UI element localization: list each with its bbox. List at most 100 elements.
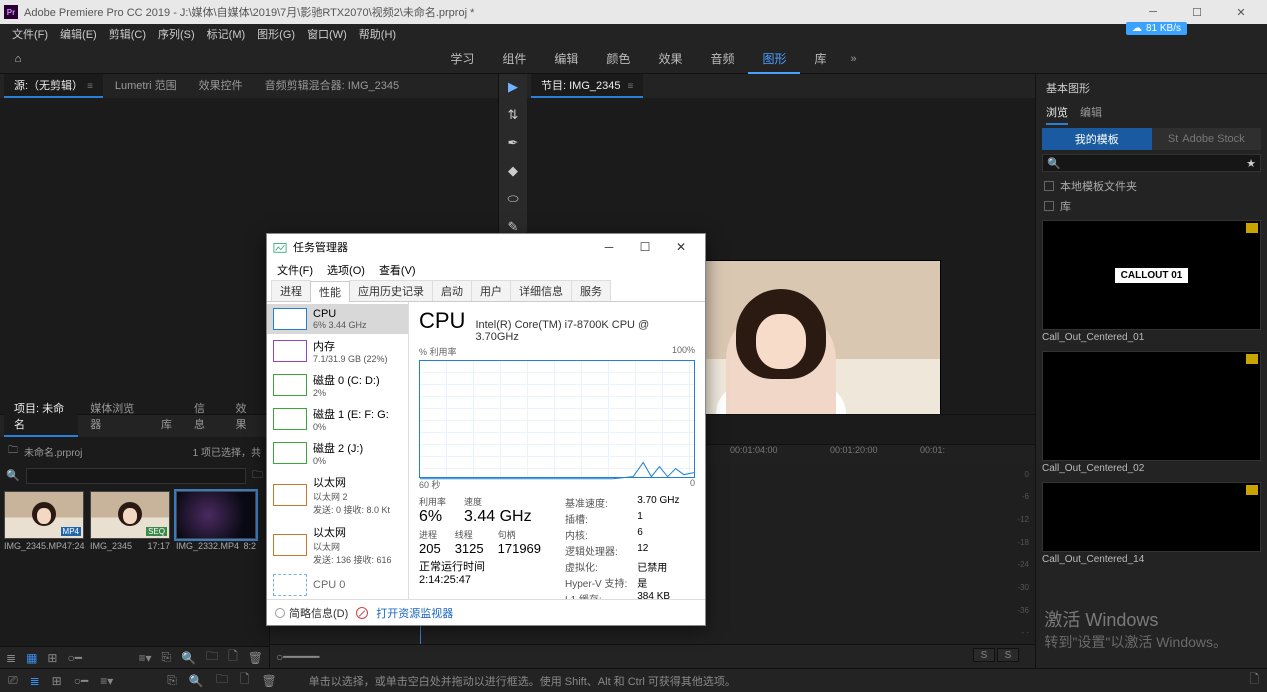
eg-tab-browse[interactable]: 浏览 bbox=[1046, 104, 1068, 125]
list-view-icon[interactable]: ≣ bbox=[6, 651, 16, 665]
sb-newitem-icon[interactable]: 🗋 bbox=[240, 670, 250, 691]
new-bin-icon[interactable]: 🗀 bbox=[206, 647, 218, 668]
sb-automate-icon[interactable]: ⎘ bbox=[167, 673, 177, 688]
vertical-type-tool-icon[interactable]: ⇅ bbox=[504, 106, 522, 124]
project-clip-item[interactable]: MP4 IMG_2345.MP47:24 bbox=[4, 491, 84, 551]
project-clip-item[interactable]: IMG_2332.MP48:2 bbox=[176, 491, 256, 551]
workspace-learn[interactable]: 学习 bbox=[436, 44, 488, 74]
menu-clip[interactable]: 剪辑(C) bbox=[103, 26, 152, 42]
tab-libraries[interactable]: 库 bbox=[151, 413, 182, 437]
star-icon[interactable]: ★ bbox=[1246, 157, 1256, 170]
tab-program[interactable]: 节目: IMG_2345 ≡ bbox=[531, 74, 643, 98]
menu-marker[interactable]: 标记(M) bbox=[201, 26, 252, 42]
eg-check-local[interactable]: 本地模板文件夹 bbox=[1044, 178, 1259, 194]
project-search-input[interactable] bbox=[26, 468, 246, 484]
workspace-color[interactable]: 颜色 bbox=[592, 44, 644, 74]
eg-search-input[interactable] bbox=[1061, 157, 1246, 169]
tm-menu-view[interactable]: 查看(V) bbox=[373, 262, 422, 278]
eg-check-library[interactable]: 库 bbox=[1044, 198, 1259, 214]
eg-template-item[interactable]: Call_Out_Centered_14 bbox=[1042, 482, 1261, 569]
eg-search[interactable]: 🔍 ★ bbox=[1042, 154, 1261, 172]
sb-find-icon[interactable]: 🔍 bbox=[189, 674, 204, 688]
tm-close[interactable]: ✕ bbox=[663, 240, 699, 254]
tm-side-eth1[interactable]: 以太网以太网发送: 136 接收: 616 bbox=[267, 520, 408, 570]
workspace-effects[interactable]: 效果 bbox=[644, 44, 696, 74]
tm-tab-processes[interactable]: 进程 bbox=[271, 280, 311, 301]
menu-help[interactable]: 帮助(H) bbox=[353, 26, 402, 42]
tm-side-disk2[interactable]: 磁盘 2 (J:)0% bbox=[267, 436, 408, 470]
menu-graphics[interactable]: 图形(G) bbox=[251, 26, 301, 42]
window-minimize[interactable]: ─ bbox=[1131, 0, 1175, 24]
tm-titlebar[interactable]: 任务管理器 ─ ☐ ✕ bbox=[267, 234, 705, 260]
sb-newbin-icon[interactable]: 🗀 bbox=[216, 670, 228, 691]
sb-icon-1[interactable]: ⎚ bbox=[8, 673, 18, 688]
delete-icon[interactable]: 🗑 bbox=[248, 651, 263, 665]
tab-project[interactable]: 项目: 未命名 bbox=[4, 397, 78, 437]
sb-icon-list[interactable]: ≣ bbox=[30, 674, 40, 688]
sb-delete-icon[interactable]: 🗑 bbox=[261, 674, 276, 688]
tab-info[interactable]: 信息 bbox=[184, 397, 224, 437]
zoom-slider-icon[interactable]: ○━ bbox=[67, 651, 81, 665]
workspace-assembly[interactable]: 组件 bbox=[488, 44, 540, 74]
workspace-overflow[interactable]: » bbox=[841, 53, 867, 65]
sb-sort-icon[interactable]: ≡▾ bbox=[100, 674, 113, 688]
tm-maximize[interactable]: ☐ bbox=[627, 240, 663, 254]
project-sequence-item[interactable]: SEQ IMG_234517:17 bbox=[90, 491, 170, 551]
sort-icon[interactable]: ≡▾ bbox=[139, 651, 152, 665]
selection-tool-icon[interactable]: ▶ bbox=[504, 78, 522, 96]
pen-tool-icon[interactable]: ✒ bbox=[504, 134, 522, 152]
tm-menu-options[interactable]: 选项(O) bbox=[321, 262, 371, 278]
menu-sequence[interactable]: 序列(S) bbox=[152, 26, 201, 42]
rectangle-tool-icon[interactable]: ◆ bbox=[504, 162, 522, 180]
window-maximize[interactable]: ☐ bbox=[1175, 0, 1219, 24]
icon-view-icon[interactable]: ▦ bbox=[26, 651, 37, 665]
eg-template-item[interactable]: Call_Out_Centered_02 bbox=[1042, 351, 1261, 478]
tm-side-disk0[interactable]: 磁盘 0 (C: D:)2% bbox=[267, 368, 408, 402]
window-close[interactable]: ✕ bbox=[1219, 0, 1263, 24]
sb-zoom-slider[interactable]: ○━ bbox=[74, 674, 88, 688]
tm-menu-file[interactable]: 文件(F) bbox=[271, 262, 319, 278]
tab-audio-mixer[interactable]: 音频剪辑混合器: IMG_2345 bbox=[255, 74, 409, 98]
workspace-graphics[interactable]: 图形 bbox=[748, 44, 800, 74]
ellipse-tool-icon[interactable]: ⬭ bbox=[504, 190, 522, 208]
tab-source[interactable]: 源:（无剪辑）≡ bbox=[4, 74, 103, 98]
tab-program-menu-icon[interactable]: ≡ bbox=[628, 81, 634, 92]
find-icon[interactable]: 🔍 bbox=[181, 651, 196, 665]
freeform-view-icon[interactable]: ⊞ bbox=[47, 651, 57, 665]
new-item-icon[interactable]: 🗋 bbox=[228, 647, 238, 668]
workspace-audio[interactable]: 音频 bbox=[696, 44, 748, 74]
automate-icon[interactable]: ⎘ bbox=[162, 650, 172, 665]
tab-media-browser[interactable]: 媒体浏览器 bbox=[80, 397, 149, 437]
tab-lumetri[interactable]: Lumetri 范围 bbox=[105, 74, 187, 98]
tm-side-cpu[interactable]: CPU6% 3.44 GHz bbox=[267, 304, 408, 334]
workspace-libraries[interactable]: 库 bbox=[800, 44, 840, 74]
menu-window[interactable]: 窗口(W) bbox=[301, 26, 353, 42]
eg-tab-edit[interactable]: 编辑 bbox=[1080, 104, 1102, 125]
eg-adobe-stock-button[interactable]: StAdobe Stock bbox=[1152, 128, 1262, 150]
menu-file[interactable]: 文件(F) bbox=[6, 26, 54, 42]
tm-tab-users[interactable]: 用户 bbox=[471, 280, 511, 301]
tm-side-disk1[interactable]: 磁盘 1 (E: F: G:0% bbox=[267, 402, 408, 436]
tl-zoom-slider[interactable]: ○━━━━━ bbox=[276, 650, 319, 664]
tm-open-resource-monitor[interactable]: 打开资源监视器 bbox=[376, 605, 453, 621]
tab-close-icon[interactable]: ≡ bbox=[87, 81, 93, 92]
eg-template-item[interactable]: CALLOUT 01 Call_Out_Centered_01 bbox=[1042, 220, 1261, 347]
filter-bin-icon[interactable]: 🗀 bbox=[252, 466, 263, 485]
eg-my-templates-button[interactable]: 我的模板 bbox=[1042, 128, 1152, 150]
sb-new-layer-icon[interactable]: 🗋 bbox=[1249, 670, 1259, 691]
home-button[interactable]: ⌂ bbox=[0, 53, 36, 65]
tm-minimize[interactable]: ─ bbox=[591, 240, 627, 254]
tm-fewer-details[interactable]: 简略信息(D) bbox=[275, 605, 348, 621]
tm-side-eth0[interactable]: 以太网以太网 2发送: 0 接收: 8.0 Kt bbox=[267, 470, 408, 520]
tm-tab-services[interactable]: 服务 bbox=[571, 280, 611, 301]
sb-icon-grid[interactable]: ⊞ bbox=[52, 674, 62, 688]
tm-tab-history[interactable]: 应用历史记录 bbox=[349, 280, 433, 301]
tm-tab-details[interactable]: 详细信息 bbox=[510, 280, 572, 301]
tab-effect-controls[interactable]: 效果控件 bbox=[189, 74, 253, 98]
tm-side-memory[interactable]: 内存7.1/31.9 GB (22%) bbox=[267, 334, 408, 368]
menu-edit[interactable]: 编辑(E) bbox=[54, 26, 103, 42]
task-manager-window[interactable]: 任务管理器 ─ ☐ ✕ 文件(F) 选项(O) 查看(V) 进程 性能 应用历史… bbox=[266, 233, 706, 626]
tab-effects[interactable]: 效果 bbox=[226, 397, 266, 437]
workspace-editing[interactable]: 编辑 bbox=[540, 44, 592, 74]
tm-tab-performance[interactable]: 性能 bbox=[310, 281, 350, 302]
